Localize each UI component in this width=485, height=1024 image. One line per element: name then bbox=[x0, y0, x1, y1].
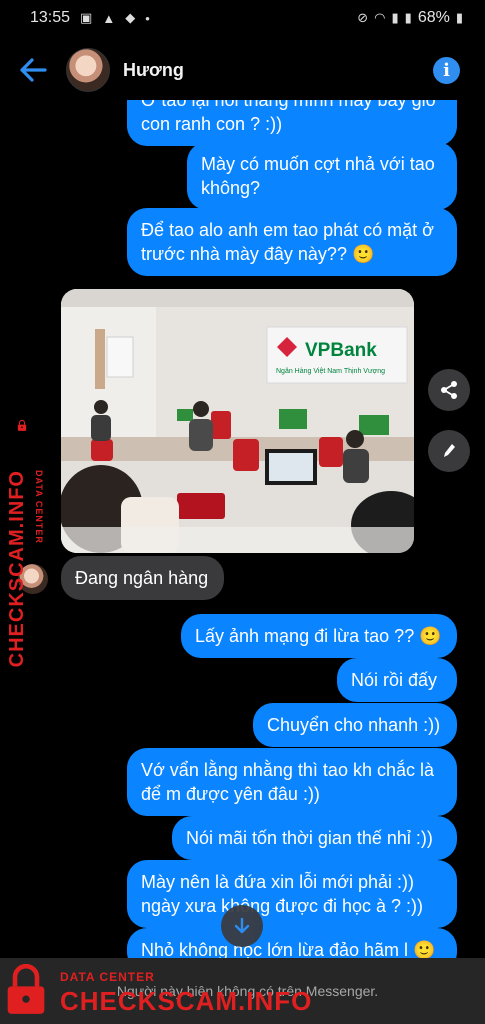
message-bubble-outgoing[interactable]: Vớ vẩn lằng nhằng thì tao kh chắc là để … bbox=[127, 748, 457, 816]
notification-icon: ◆ bbox=[125, 10, 136, 25]
dot-icon: • bbox=[145, 10, 150, 26]
pencil-icon bbox=[444, 444, 455, 457]
watermark-bottom-small: DATA CENTER bbox=[60, 970, 155, 984]
message-text: Mày có muốn cợt nhả với tao không? bbox=[201, 154, 435, 198]
contact-name[interactable]: Hương bbox=[123, 60, 184, 81]
watermark-side-big: CHECKSCAM.INFO bbox=[6, 470, 28, 668]
share-icon bbox=[441, 381, 457, 399]
message-text: Mày nên là đứa xin lỗi mới phải :)) ngày… bbox=[141, 872, 424, 916]
message-text: Đang ngân hàng bbox=[75, 568, 209, 588]
message-thread[interactable]: Ở tao lại nói thằng mình mày bảy giờ con… bbox=[0, 100, 485, 958]
message-bubble-outgoing[interactable]: Mày nên là đứa xin lỗi mới phải :)) ngày… bbox=[127, 860, 457, 928]
message-bubble-outgoing[interactable]: Lấy ảnh mạng đi lừa tao ?? 🙂 bbox=[181, 614, 457, 658]
message-text: Chuyển cho nhanh :)) bbox=[267, 715, 441, 735]
mute-icon: ⊘ bbox=[357, 10, 369, 25]
photo-sign-subtitle: Ngân Hàng Việt Nam Thịnh Vượng bbox=[276, 368, 385, 375]
warning-icon: ▲ bbox=[102, 10, 116, 26]
edit-button[interactable] bbox=[428, 430, 470, 472]
message-bubble-outgoing[interactable]: Ở tao lại nói thằng mình mày bảy giờ con… bbox=[127, 100, 457, 146]
message-text: Nói rồi đấy bbox=[351, 670, 438, 690]
lock-icon bbox=[17, 420, 27, 431]
share-button[interactable] bbox=[428, 369, 470, 411]
message-text: Vớ vẩn lằng nhằng thì tao kh chắc là để … bbox=[141, 760, 435, 804]
watermark-bottom-big: CHECKSCAM.INFO bbox=[60, 986, 313, 1016]
arrow-down-icon bbox=[234, 917, 250, 934]
image-icon: ▣ bbox=[80, 10, 93, 25]
message-bubble-outgoing[interactable]: Để tao alo anh em tao phát có mặt ở trướ… bbox=[127, 208, 457, 276]
photo-sign-text: VPBank bbox=[305, 340, 377, 361]
back-arrow-icon[interactable] bbox=[18, 56, 48, 84]
message-bubble-outgoing[interactable]: Nói mãi tốn thời gian thế nhỉ :)) bbox=[172, 816, 457, 860]
message-bubble-outgoing[interactable]: Nhỏ không nọc lớn lừa đảo hãm l 🙂 bbox=[127, 928, 457, 958]
message-bubble-incoming[interactable]: Đang ngân hàng bbox=[61, 556, 224, 600]
info-icon[interactable]: i bbox=[433, 57, 460, 84]
wifi-icon: ◠ bbox=[374, 10, 386, 25]
lock-icon bbox=[7, 963, 45, 1014]
bank-office-photo: VPBank Ngân Hàng Việt Nam Thịnh Vượng bbox=[61, 289, 414, 553]
watermark-side: CHECKSCAM.INFO bbox=[6, 470, 29, 667]
message-text: Để tao alo anh em tao phát có mặt ở trướ… bbox=[141, 220, 434, 264]
message-text: Nhỏ không nọc lớn lừa đảo hãm l 🙂 bbox=[141, 940, 436, 958]
status-time: 13:55 bbox=[30, 9, 71, 26]
signal-icon: ▮ bbox=[404, 10, 412, 25]
battery-level: 68% bbox=[417, 9, 450, 26]
message-bubble-outgoing[interactable]: Chuyển cho nhanh :)) bbox=[253, 703, 457, 747]
message-text: Lấy ảnh mạng đi lừa tao ?? 🙂 bbox=[195, 626, 442, 646]
contact-avatar[interactable] bbox=[66, 48, 110, 92]
scroll-to-bottom-button[interactable] bbox=[221, 905, 263, 947]
conversation-header: Hương i bbox=[0, 40, 485, 100]
watermark-side-small: DATA CENTER bbox=[34, 470, 44, 544]
message-text: Ở tao lại nói thằng mình mày bảy giờ con… bbox=[141, 100, 438, 134]
message-text: Nói mãi tốn thời gian thế nhỉ :)) bbox=[186, 828, 433, 848]
photo-message[interactable]: VPBank Ngân Hàng Việt Nam Thịnh Vượng bbox=[61, 289, 414, 553]
signal-icon: ▮ bbox=[391, 10, 399, 25]
status-bar: 13:55 ▣ ▲ ◆ • ⊘ ◠ ▮ ▮ 68% ▮ bbox=[0, 0, 485, 36]
battery-icon: ▮ bbox=[455, 10, 463, 25]
message-bubble-outgoing[interactable]: Mày có muốn cợt nhả với tao không? bbox=[187, 142, 457, 210]
message-bubble-outgoing[interactable]: Nói rồi đấy bbox=[337, 658, 457, 702]
